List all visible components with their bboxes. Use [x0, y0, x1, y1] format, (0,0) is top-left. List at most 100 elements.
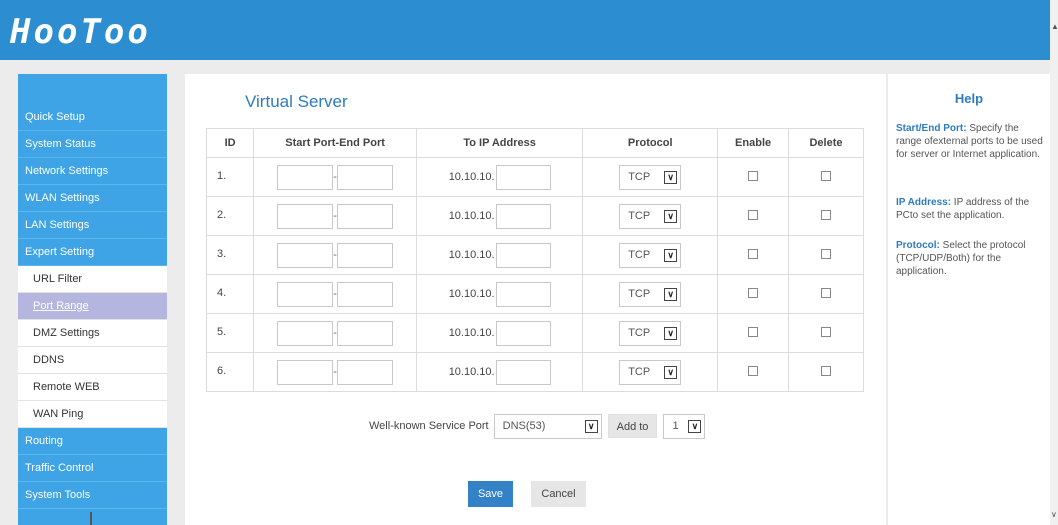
enable-checkbox[interactable]: [748, 209, 759, 220]
delete-checkbox[interactable]: [820, 209, 831, 220]
enable-cell: [717, 352, 789, 392]
enable-cell: [717, 235, 789, 275]
row-id: 3.: [205, 235, 255, 275]
chevron-down-icon: ∨: [664, 326, 678, 340]
enable-cell: [717, 196, 789, 236]
row-number-select[interactable]: 1 ∨: [663, 413, 706, 439]
end-port-input[interactable]: [337, 281, 394, 307]
delete-checkbox[interactable]: [820, 365, 831, 376]
delete-checkbox[interactable]: [820, 287, 831, 298]
protocol-select[interactable]: TCP ∨: [619, 164, 682, 190]
row-id: 4.: [205, 274, 255, 314]
chevron-down-icon: ∨: [664, 170, 678, 184]
protocol-select[interactable]: TCP ∨: [619, 320, 682, 346]
well-known-service-select[interactable]: DNS(53) ∨: [493, 413, 602, 439]
table-row: 5. - 10.10.10. TCP ∨: [205, 313, 865, 353]
save-button[interactable]: Save: [468, 481, 513, 507]
delete-checkbox[interactable]: [820, 326, 831, 337]
protocol-cell: TCP ∨: [582, 235, 719, 275]
help-protocol: Protocol: Select the protocol (TCP/UDP/B…: [896, 239, 1044, 278]
start-port-input[interactable]: [277, 164, 334, 190]
scroll-down-icon[interactable]: ∨: [1051, 510, 1057, 519]
cancel-button[interactable]: Cancel: [531, 481, 586, 507]
ip-last-octet-input[interactable]: [495, 281, 551, 307]
protocol-select[interactable]: TCP ∨: [619, 242, 682, 268]
start-port-input[interactable]: [277, 320, 334, 346]
chevron-down-icon: ∨: [664, 365, 678, 379]
col-header-id: ID: [205, 128, 255, 158]
sidebar-subitem-dmz-settings[interactable]: DMZ Settings: [18, 320, 167, 347]
delete-checkbox[interactable]: [820, 248, 831, 259]
row-id: 2.: [205, 196, 255, 236]
col-header-ip: To IP Address: [416, 128, 584, 158]
enable-checkbox[interactable]: [748, 326, 759, 337]
sidebar-subitem-url-filter[interactable]: URL Filter: [18, 266, 167, 293]
col-header-ports: Start Port-End Port: [253, 128, 418, 158]
protocol-select[interactable]: TCP ∨: [619, 281, 682, 307]
ip-last-octet-input[interactable]: [495, 320, 551, 346]
sidebar-resize-handle[interactable]: [90, 512, 92, 525]
start-port-input[interactable]: [277, 359, 334, 385]
sidebar-subitem-port-range[interactable]: Port Range: [18, 293, 167, 320]
sidebar-item-lan-settings[interactable]: LAN Settings: [18, 212, 167, 239]
enable-checkbox[interactable]: [748, 287, 759, 298]
start-port-input[interactable]: [277, 281, 334, 307]
col-header-enable: Enable: [717, 128, 789, 158]
sidebar-item-system-status[interactable]: System Status: [18, 131, 167, 158]
ip-last-octet-input[interactable]: [495, 164, 551, 190]
ip-last-octet-input[interactable]: [495, 359, 551, 385]
scrollbar[interactable]: [1050, 0, 1058, 525]
enable-checkbox[interactable]: [748, 365, 759, 376]
row-number-value: 1: [672, 420, 679, 432]
start-port-input[interactable]: [277, 242, 334, 268]
main-panel: Virtual Server ID Start Port-End Port To…: [185, 74, 886, 525]
delete-cell: [787, 157, 865, 197]
delete-cell: [787, 352, 865, 392]
enable-cell: [717, 157, 789, 197]
sidebar-item-wlan-settings[interactable]: WLAN Settings: [18, 185, 167, 212]
ip-last-octet-input[interactable]: [495, 203, 551, 229]
sidebar: Quick Setup System Status Network Settin…: [18, 74, 167, 525]
protocol-value: TCP: [628, 327, 651, 339]
protocol-cell: TCP ∨: [582, 352, 719, 392]
sidebar-item-quick-setup[interactable]: Quick Setup: [18, 104, 167, 131]
protocol-value: TCP: [628, 288, 651, 300]
scroll-up-icon[interactable]: ▲: [1051, 22, 1058, 31]
sidebar-item-traffic-control[interactable]: Traffic Control: [18, 455, 167, 482]
delete-checkbox[interactable]: [820, 170, 831, 181]
add-to-button[interactable]: Add to: [607, 414, 658, 438]
ip-last-octet-input[interactable]: [495, 242, 551, 268]
protocol-select[interactable]: TCP ∨: [619, 203, 682, 229]
chevron-down-icon: ∨: [584, 419, 598, 433]
delete-cell: [787, 235, 865, 275]
ip-cell: 10.10.10.: [416, 157, 584, 197]
sidebar-item-expert-setting[interactable]: Expert Setting: [18, 239, 167, 266]
port-range-cell: -: [253, 313, 418, 353]
ip-prefix: 10.10.10.: [448, 288, 495, 300]
sidebar-item-system-tools[interactable]: System Tools: [18, 482, 167, 509]
table-row: 3. - 10.10.10. TCP ∨: [205, 235, 865, 275]
end-port-input[interactable]: [337, 164, 394, 190]
help-ip-address: IP Address: IP address of the PCto set t…: [896, 196, 1044, 222]
enable-checkbox[interactable]: [748, 248, 759, 259]
end-port-input[interactable]: [337, 320, 394, 346]
sidebar-subitem-remote-web[interactable]: Remote WEB: [18, 374, 167, 401]
sidebar-subitem-wan-ping[interactable]: WAN Ping: [18, 401, 167, 428]
port-range-cell: -: [253, 235, 418, 275]
sidebar-item-routing[interactable]: Routing: [18, 428, 167, 455]
protocol-select[interactable]: TCP ∨: [619, 359, 682, 385]
ip-cell: 10.10.10.: [416, 352, 584, 392]
enable-checkbox[interactable]: [748, 170, 759, 181]
sidebar-item-network-settings[interactable]: Network Settings: [18, 158, 167, 185]
end-port-input[interactable]: [337, 242, 394, 268]
chevron-down-icon: ∨: [664, 248, 678, 262]
end-port-input[interactable]: [337, 359, 394, 385]
start-port-input[interactable]: [277, 203, 334, 229]
ip-prefix: 10.10.10.: [448, 327, 495, 339]
end-port-input[interactable]: [337, 203, 394, 229]
page-title: Virtual Server: [245, 92, 348, 111]
row-id: 5.: [205, 313, 255, 353]
sidebar-subitem-ddns[interactable]: DDNS: [18, 347, 167, 374]
hootoo-logo: HooToo: [10, 12, 151, 52]
well-known-service-row: Well-known Service Port DNS(53) ∨ Add to…: [369, 413, 706, 439]
